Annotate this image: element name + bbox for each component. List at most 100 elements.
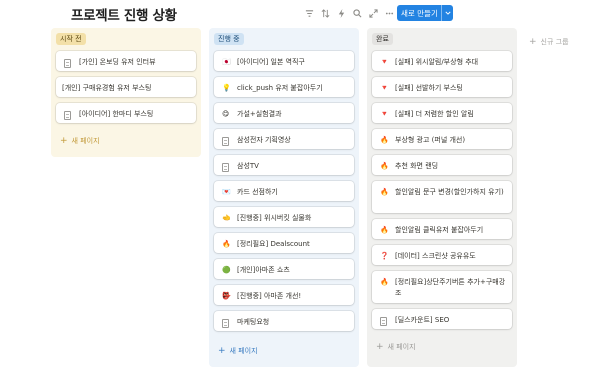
board-card[interactable]: 🟢 [개인]아마존 쇼츠: [214, 259, 354, 279]
red-triangle-icon: 🔻: [380, 110, 389, 118]
fire-icon: 🔥: [380, 162, 389, 170]
board-card[interactable]: 🔥 부상형 광고 (퍼널 개선): [372, 129, 512, 149]
card-title: [가인] 온보딩 유저 인터뷰: [79, 58, 156, 66]
column-done: 완료 🔻 [실패] 위시알림/부상형 추대 🔻 [실패] 선발하기 부스팅 🔻 …: [367, 28, 517, 367]
document-icon: [64, 109, 75, 120]
plus-icon: +: [376, 341, 384, 352]
board-page: 프로젝트 진행 상황 새로 만들기 시작 전 [가인] 온보딩 유저 인터뷰 […: [0, 0, 600, 367]
card-title: [정리필요]상단주기버튼 추가+구매강조: [395, 278, 506, 297]
card-title: [아이디어] 한마디 부스팅: [79, 110, 154, 118]
card-title: [개인] 구매유경험 유저 부스팅: [62, 84, 152, 92]
green-circle-icon: 🟢: [222, 266, 231, 274]
filter-icon[interactable]: [301, 6, 317, 20]
board-card[interactable]: 🔥 할인알림 문구 변경(할인가하지 유기): [372, 181, 512, 213]
card-title: 카드 선점하기: [237, 188, 278, 196]
more-icon[interactable]: [381, 6, 397, 20]
page-title: 프로젝트 진행 상황: [71, 8, 177, 24]
board-card[interactable]: 🔥 추천 화면 랜딩: [372, 155, 512, 175]
card-title: [딜스카운트] SEO: [395, 316, 450, 324]
card-title: [실패] 더 저렴한 할인 알림: [395, 110, 474, 118]
card-title: [아이디어] 일본 역직구: [237, 58, 305, 66]
love-letter-icon: 💌: [222, 188, 231, 196]
new-group-label: 신규 그룹: [540, 38, 569, 46]
card-title: [데이터] 스크린샷 공유유도: [395, 252, 476, 260]
new-page-label: 새 페이지: [229, 347, 258, 355]
new-group-button[interactable]: + 신규 그룹: [529, 37, 569, 47]
plus-icon: +: [60, 135, 68, 146]
search-icon[interactable]: [349, 6, 365, 20]
column-header: 진행 중: [209, 28, 359, 50]
board-card[interactable]: [아이디어] 한마디 부스팅: [56, 103, 196, 123]
board-card[interactable]: 🔥 [정리필요]상단주기버튼 추가+구매강조: [372, 271, 512, 303]
card-title: 부상형 광고 (퍼널 개선): [395, 136, 466, 144]
card-title: [개인]아마존 쇼츠: [237, 266, 290, 274]
fire-icon: 🔥: [380, 188, 389, 196]
board-card[interactable]: [딜스카운트] SEO: [372, 309, 512, 329]
question-mark-icon: ❓: [380, 252, 389, 260]
new-page-label: 새 페이지: [71, 137, 100, 145]
new-page-label: 새 페이지: [387, 343, 416, 351]
board-card[interactable]: 😋 가설+실험결과: [214, 103, 354, 123]
board-card[interactable]: ❓ [데이터] 스크린샷 공유유도: [372, 245, 512, 265]
card-title: 삼성TV: [237, 162, 259, 170]
card-title: 삼성전자 기획영상: [237, 136, 291, 144]
fire-icon: 🔥: [222, 240, 231, 248]
new-button[interactable]: 새로 만들기: [397, 5, 453, 21]
card-title: [진행중] 위시버킷 실물화: [237, 214, 312, 222]
column-header: 완료: [367, 28, 517, 50]
board-card[interactable]: 💡 click_push 유저 붙잡아두기: [214, 77, 354, 97]
board-card[interactable]: 🔥 할인알림 클릭유저 붙잡아두기: [372, 219, 512, 239]
card-title: 할인알림 클릭유저 붙잡아두기: [395, 226, 484, 234]
board-card[interactable]: 👺 [진행중] 아마존 개선!: [214, 285, 354, 305]
column-header: 시작 전: [51, 28, 201, 50]
expand-icon[interactable]: [365, 6, 381, 20]
card-title: [실패] 선발하기 부스팅: [395, 84, 463, 92]
plus-icon: +: [529, 37, 537, 47]
sort-icon[interactable]: [317, 6, 333, 20]
lightbulb-icon: 💡: [222, 84, 231, 92]
lightning-icon[interactable]: [333, 6, 349, 20]
new-page-button[interactable]: + 새 페이지: [60, 136, 100, 146]
view-toolbar: [301, 6, 397, 20]
board-card[interactable]: 🫲 [진행중] 위시버킷 실물화: [214, 207, 354, 227]
card-title: 가설+실험결과: [237, 110, 282, 118]
board-card[interactable]: [가인] 온보딩 유저 인터뷰: [56, 51, 196, 71]
column-in-progress: 진행 중 🇯🇵 [아이디어] 일본 역직구 💡 click_push 유저 붙잡…: [209, 28, 359, 367]
board-card[interactable]: 🔥 [정리필요] Dealscount: [214, 233, 354, 253]
japan-flag-icon: 🇯🇵: [222, 58, 231, 66]
board-card[interactable]: 💌 카드 선점하기: [214, 181, 354, 201]
board-card[interactable]: 마케팅요청: [214, 311, 354, 331]
card-title: 할인알림 문구 변경(할인가하지 유기): [395, 188, 504, 196]
board-card[interactable]: 🔻 [실패] 위시알림/부상형 추대: [372, 51, 512, 71]
chevron-down-icon[interactable]: [441, 5, 453, 21]
fire-icon: 🔥: [380, 136, 389, 144]
card-title: [진행중] 아마존 개선!: [237, 292, 302, 300]
status-badge[interactable]: 진행 중: [214, 33, 244, 45]
fire-icon: 🔥: [380, 226, 389, 234]
status-badge[interactable]: 완료: [372, 33, 393, 45]
document-icon: [380, 315, 391, 326]
card-title: 추천 화면 랜딩: [395, 162, 439, 170]
board-card[interactable]: 삼성전자 기획영상: [214, 129, 354, 149]
board-card[interactable]: 삼성TV: [214, 155, 354, 175]
card-title: click_push 유저 붙잡아두기: [237, 84, 323, 92]
document-icon: [222, 161, 233, 172]
board-card[interactable]: 🇯🇵 [아이디어] 일본 역직구: [214, 51, 354, 71]
new-button-label: 새로 만들기: [401, 8, 438, 18]
status-badge[interactable]: 시작 전: [56, 33, 86, 45]
board-card[interactable]: [개인] 구매유경험 유저 부스팅: [56, 77, 196, 97]
fire-icon: 🔥: [380, 278, 389, 286]
document-icon: [222, 135, 233, 146]
red-triangle-icon: 🔻: [380, 58, 389, 66]
new-page-button[interactable]: + 새 페이지: [218, 346, 258, 356]
board-card[interactable]: 🔻 [실패] 더 저렴한 할인 알림: [372, 103, 512, 123]
card-title: 마케팅요청: [237, 318, 270, 326]
red-triangle-icon: 🔻: [380, 84, 389, 92]
goblin-icon: 👺: [222, 292, 231, 300]
new-page-button[interactable]: + 새 페이지: [376, 342, 416, 352]
board-card[interactable]: 🔻 [실패] 선발하기 부스팅: [372, 77, 512, 97]
column-todo: 시작 전 [가인] 온보딩 유저 인터뷰 [개인] 구매유경험 유저 부스팅 […: [51, 28, 201, 157]
card-title: [정리필요] Dealscount: [237, 240, 310, 248]
plus-icon: +: [218, 345, 226, 356]
hand-icon: 🫲: [222, 214, 231, 222]
